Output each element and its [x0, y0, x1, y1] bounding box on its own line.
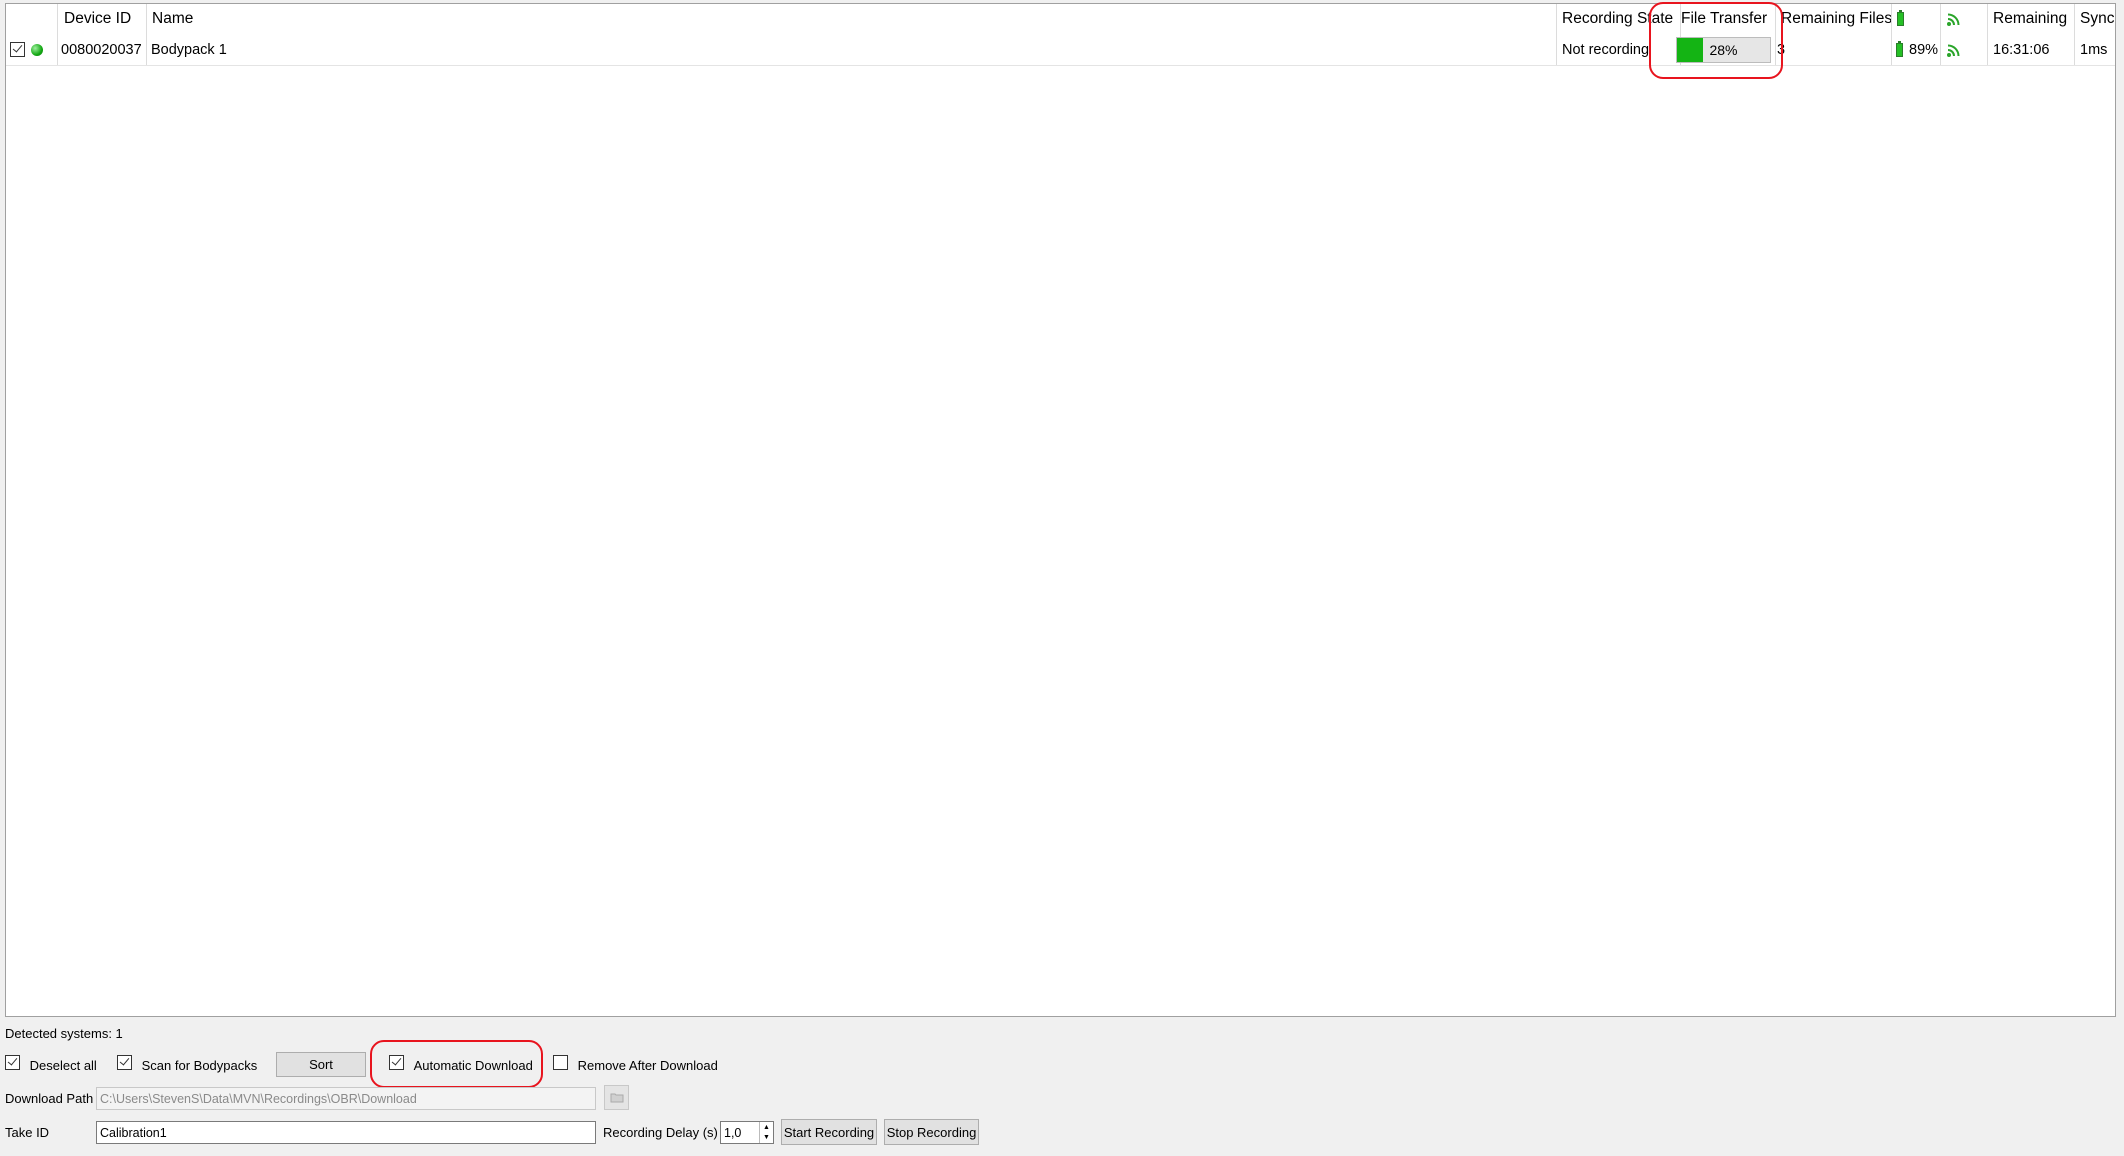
spin-down-icon[interactable]: ▼ [760, 1133, 773, 1144]
header-sync[interactable]: Sync [2075, 4, 2117, 34]
folder-icon [610, 1093, 623, 1103]
battery-level-icon [1896, 40, 1903, 57]
download-path-input[interactable]: C:\Users\StevenS\Data\MVN\Recordings\OBR… [96, 1087, 596, 1110]
row-signal [1941, 34, 1988, 65]
battery-percent: 89% [1909, 41, 1939, 58]
download-path-label: Download Path [5, 1091, 94, 1106]
deselect-all-option[interactable]: Deselect all [5, 1055, 97, 1079]
header-remaining[interactable]: Remaining [1988, 4, 2075, 34]
row-remaining: 16:31:06 [1988, 34, 2075, 65]
status-dot-icon [31, 43, 43, 56]
annotation-automatic-download [370, 1040, 543, 1088]
remove-after-download-label: Remove After Download [577, 1058, 718, 1073]
header-remaining-files[interactable]: Remaining Files [1776, 4, 1892, 34]
row-checkbox[interactable] [10, 42, 25, 57]
start-recording-button[interactable]: Start Recording [781, 1119, 877, 1145]
recording-delay-label: Recording Delay (s) [603, 1125, 718, 1140]
take-id-label: Take ID [5, 1125, 50, 1140]
scan-for-bodypacks-checkbox[interactable] [117, 1055, 132, 1070]
signal-icon [1947, 13, 1960, 26]
row-device-id: 0080020037 [58, 34, 147, 65]
row-sync: 1ms [2080, 41, 2108, 58]
deselect-all-label: Deselect all [29, 1058, 97, 1073]
header-battery[interactable] [1892, 4, 1941, 34]
remove-after-download-option[interactable]: Remove After Download [553, 1055, 718, 1079]
browse-folder-button[interactable] [604, 1085, 629, 1110]
scan-for-bodypacks-option[interactable]: Scan for Bodypacks [117, 1055, 257, 1079]
row-select-cell[interactable] [6, 34, 58, 65]
scan-for-bodypacks-label: Scan for Bodypacks [141, 1058, 258, 1073]
table-row[interactable]: 0080020037 Bodypack 1 Not recording 28% … [6, 34, 2115, 66]
header-select-column[interactable] [6, 4, 58, 34]
deselect-all-checkbox[interactable] [5, 1055, 20, 1070]
spin-buttons[interactable]: ▲ ▼ [759, 1122, 773, 1143]
sort-button[interactable]: Sort [276, 1052, 366, 1077]
take-id-input[interactable]: Calibration1 [96, 1121, 596, 1144]
row-remaining-files: 3 [1776, 34, 1892, 65]
stop-recording-button[interactable]: Stop Recording [884, 1119, 979, 1145]
row-battery: 89% [1892, 34, 1941, 65]
detected-systems-label: Detected systems: 1 [5, 1026, 123, 1041]
header-device-id[interactable]: Device ID [58, 4, 147, 34]
remove-after-download-checkbox[interactable] [553, 1055, 568, 1070]
recording-delay-spinbox[interactable]: 1,0 ▲ ▼ [720, 1121, 774, 1144]
row-name: Bodypack 1 [147, 34, 1557, 65]
spin-up-icon[interactable]: ▲ [760, 1122, 773, 1133]
bodypack-table: Device ID Name Recording State File Tran… [5, 3, 2116, 1017]
header-signal[interactable] [1941, 4, 1988, 34]
signal-strength-icon [1947, 44, 1960, 57]
recording-delay-value: 1,0 [724, 1125, 742, 1140]
battery-icon [1897, 10, 1904, 26]
annotation-file-transfer [1649, 2, 1783, 79]
table-header: Device ID Name Recording State File Tran… [6, 4, 2115, 34]
header-name[interactable]: Name [147, 4, 1557, 34]
